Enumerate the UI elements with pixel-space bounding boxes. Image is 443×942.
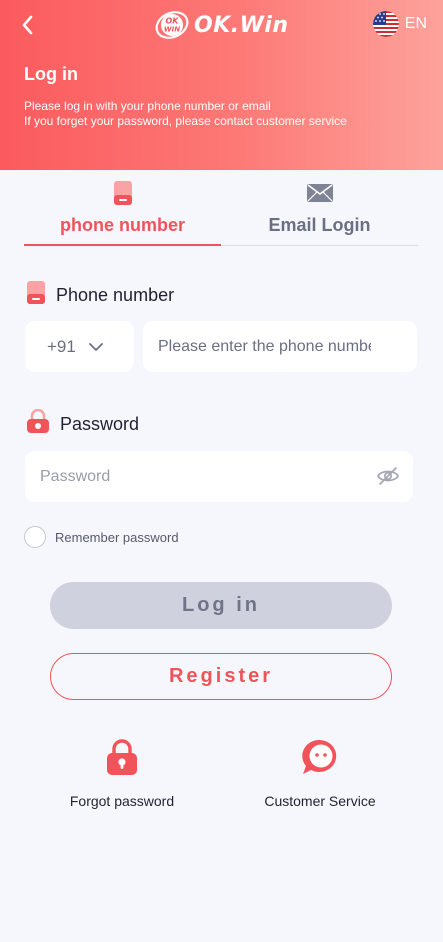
phone-number-label-text: Phone number bbox=[56, 284, 175, 305]
password-field bbox=[25, 451, 413, 502]
register-button[interactable]: Register bbox=[50, 653, 392, 700]
password-input[interactable] bbox=[25, 451, 413, 502]
page-subtitle: Please log in with your phone number or … bbox=[24, 99, 347, 129]
subtitle-line-1: Please log in with your phone number or … bbox=[24, 99, 271, 113]
forgot-password-label: Forgot password bbox=[69, 793, 175, 809]
password-label-text: Password bbox=[60, 413, 140, 434]
mail-icon bbox=[306, 180, 334, 206]
language-selector[interactable]: EN bbox=[372, 11, 427, 37]
forgot-password-link[interactable]: Forgot password bbox=[32, 738, 212, 809]
tab-email-label: Email Login bbox=[268, 215, 371, 235]
phone-number-label: Phone number bbox=[26, 280, 174, 310]
remember-password-checkbox[interactable] bbox=[24, 526, 46, 548]
country-code-value: +91 bbox=[47, 336, 76, 356]
brand-logo: OK WIN OK.Win bbox=[154, 8, 289, 42]
chevron-left-icon bbox=[22, 15, 33, 35]
header: OK WIN OK.Win EN Log in Please log in wi… bbox=[0, 0, 443, 170]
page-title: Log in bbox=[24, 64, 78, 84]
svg-text:WIN: WIN bbox=[164, 26, 180, 34]
padlock-icon bbox=[106, 738, 138, 781]
us-flag-icon bbox=[372, 11, 399, 37]
subtitle-line-2: If you forget your password, please cont… bbox=[24, 114, 347, 128]
back-button[interactable] bbox=[16, 12, 38, 38]
phone-icon bbox=[26, 280, 46, 310]
lock-icon bbox=[26, 408, 50, 439]
svg-text:OK: OK bbox=[166, 17, 180, 26]
chevron-down-icon bbox=[88, 342, 103, 351]
phone-icon bbox=[113, 180, 133, 206]
password-label: Password bbox=[26, 408, 140, 439]
country-code-select[interactable]: +91 bbox=[25, 321, 134, 372]
customer-service-label: Customer Service bbox=[264, 793, 376, 809]
login-tabs: phone number Email Login bbox=[24, 170, 418, 246]
brand-name: OK.Win bbox=[194, 12, 289, 38]
remember-password[interactable]: Remember password bbox=[24, 526, 179, 548]
eye-off-icon[interactable] bbox=[376, 464, 400, 493]
phone-field bbox=[143, 321, 417, 372]
language-label: EN bbox=[404, 15, 427, 32]
logo-badge-icon: OK WIN bbox=[154, 8, 190, 42]
chat-bubble-icon bbox=[300, 738, 340, 781]
phone-input[interactable] bbox=[143, 321, 417, 372]
remember-password-label: Remember password bbox=[55, 529, 179, 545]
tab-phone-label: phone number bbox=[60, 215, 185, 235]
tab-email-login[interactable]: Email Login bbox=[221, 170, 418, 246]
tab-phone-number[interactable]: phone number bbox=[24, 170, 221, 246]
customer-service-link[interactable]: Customer Service bbox=[230, 738, 410, 809]
login-button[interactable]: Log in bbox=[50, 582, 392, 629]
